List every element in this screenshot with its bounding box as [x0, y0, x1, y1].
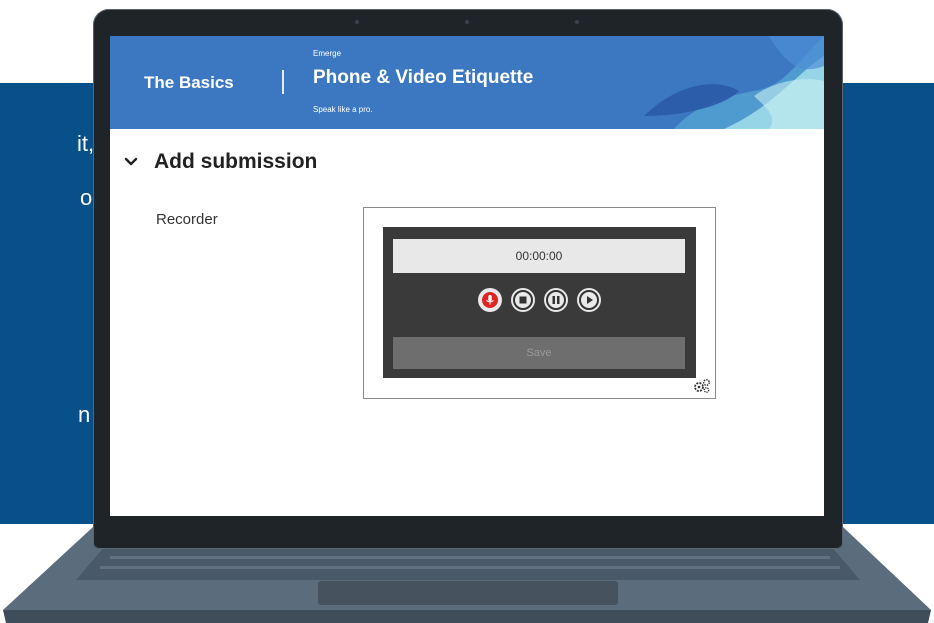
- add-submission-toggle[interactable]: Add submission: [120, 150, 317, 174]
- recorder-controls: [383, 288, 696, 316]
- play-button[interactable]: [577, 288, 601, 312]
- timer-display: 00:00:00: [393, 239, 685, 273]
- pause-button[interactable]: [544, 288, 568, 312]
- header-divider: [282, 70, 284, 94]
- save-button[interactable]: Save: [393, 337, 685, 369]
- settings-gears-icon[interactable]: [693, 378, 711, 394]
- course-tagline: Speak like a pro.: [313, 105, 373, 114]
- microphone-icon: [482, 292, 498, 308]
- recorder-label: Recorder: [156, 211, 218, 228]
- brand-label: Emerge: [313, 49, 342, 58]
- stop-icon: [513, 290, 533, 310]
- record-button[interactable]: [478, 288, 502, 312]
- pause-icon: [546, 290, 566, 310]
- sensor-dot-icon: [575, 20, 579, 24]
- section-heading: Add submission: [154, 150, 318, 173]
- course-header: The Basics Emerge Phone & Video Etiquett…: [110, 36, 824, 129]
- chevron-down-icon: [124, 157, 138, 166]
- recorder-widget: 00:00:00 Save: [363, 207, 716, 399]
- camera-icon: [465, 20, 469, 24]
- header-decoration: [644, 36, 824, 129]
- laptop-screen: The Basics Emerge Phone & Video Etiquett…: [110, 36, 824, 516]
- stop-button[interactable]: [511, 288, 535, 312]
- section-title: The Basics: [144, 73, 234, 92]
- sensor-dot-icon: [355, 20, 359, 24]
- recorder-panel: 00:00:00 Save: [383, 227, 696, 378]
- course-title: Phone & Video Etiquette: [313, 67, 534, 88]
- play-icon: [579, 290, 599, 310]
